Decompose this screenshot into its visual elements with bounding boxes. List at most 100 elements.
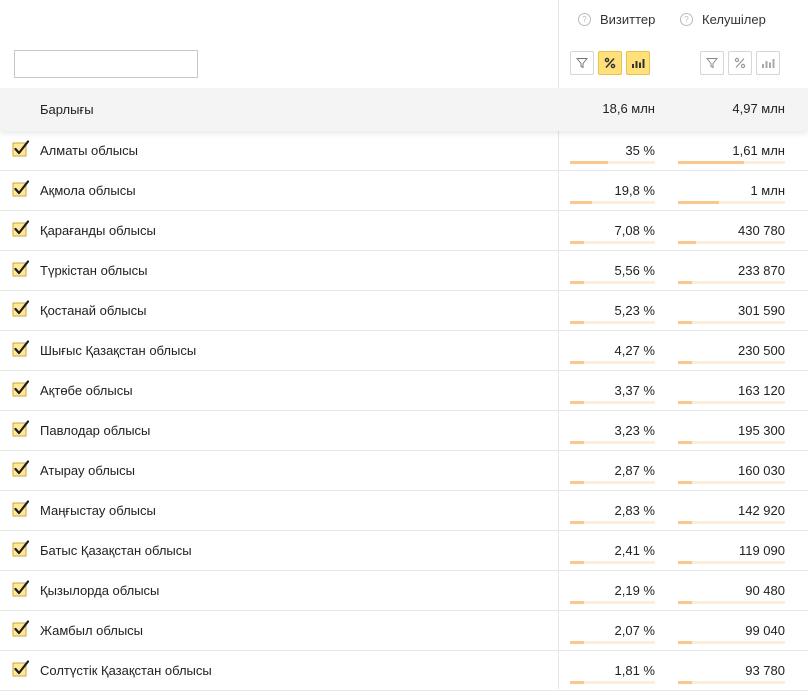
- users-bar-fill: [678, 361, 692, 364]
- checkbox-checked-icon[interactable]: [12, 460, 30, 478]
- visits-bar-fill: [570, 201, 592, 204]
- users-bar: [678, 521, 785, 524]
- column-label-users: Келушілер: [702, 11, 766, 27]
- table-row[interactable]: Қостанай облысы 5,23 % 301 590: [0, 291, 808, 331]
- table-row[interactable]: Жамбыл облысы 2,07 % 99 040: [0, 611, 808, 651]
- visits-bar-fill: [570, 601, 584, 604]
- column-header-visits[interactable]: ? Визиттер: [578, 10, 655, 28]
- checkbox-checked-icon[interactable]: [12, 260, 30, 278]
- checkbox-checked-icon[interactable]: [12, 340, 30, 358]
- region-name: Ақмола облысы: [40, 183, 136, 198]
- visits-bar-fill: [570, 521, 584, 524]
- users-bar: [678, 361, 785, 364]
- users-bar-fill: [678, 521, 692, 524]
- visits-value: 2,41 %: [614, 543, 655, 558]
- users-value: 1,61 млн: [732, 143, 785, 158]
- visits-bar: [570, 161, 655, 164]
- users-value: 142 920: [738, 503, 785, 518]
- help-icon[interactable]: ?: [578, 12, 591, 26]
- percent-button[interactable]: [598, 51, 622, 75]
- checkbox-checked-icon[interactable]: [12, 180, 30, 198]
- visits-bar: [570, 441, 655, 444]
- region-name: Жамбыл облысы: [40, 623, 144, 638]
- checkbox-checked-icon[interactable]: [12, 300, 30, 318]
- table-row[interactable]: Атырау облысы 2,87 % 160 030: [0, 451, 808, 491]
- column-header-users[interactable]: ? Келушілер: [680, 10, 766, 28]
- table-row[interactable]: Шығыс Қазақстан облысы 4,27 % 230 500: [0, 331, 808, 371]
- table-row[interactable]: Ақмола облысы 19,8 % 1 млн: [0, 171, 808, 211]
- users-bar: [678, 401, 785, 404]
- visits-bar: [570, 281, 655, 284]
- visits-bar: [570, 601, 655, 604]
- users-value: 119 090: [738, 543, 785, 558]
- users-bar: [678, 441, 785, 444]
- region-name: Қызылорда облысы: [40, 583, 160, 598]
- table-row[interactable]: Алматы облысы 35 % 1,61 млн: [0, 131, 808, 171]
- visits-value: 3,23 %: [614, 423, 655, 438]
- checkbox-checked-icon[interactable]: [12, 220, 30, 238]
- users-bar-fill: [678, 561, 692, 564]
- users-value: 90 480: [745, 583, 785, 598]
- checkbox-checked-icon[interactable]: [12, 620, 30, 638]
- checkbox-checked-icon[interactable]: [12, 580, 30, 598]
- visits-value: 2,19 %: [614, 583, 655, 598]
- table-row[interactable]: Қарағанды облысы 7,08 % 430 780: [0, 211, 808, 251]
- users-value: 230 500: [738, 343, 785, 358]
- visits-bar-fill: [570, 561, 584, 564]
- users-value: 1 млн: [750, 183, 785, 198]
- data-rows: Алматы облысы 35 % 1,61 млн Ақмола облысы 19…: [0, 131, 808, 691]
- checkbox-checked-icon[interactable]: [12, 380, 30, 398]
- search-input[interactable]: [14, 50, 198, 78]
- users-bar-fill: [678, 641, 692, 644]
- users-bar: [678, 561, 785, 564]
- users-bar-fill: [678, 401, 692, 404]
- bar-chart-icon: [632, 59, 645, 68]
- visits-bar-fill: [570, 641, 584, 644]
- table-row[interactable]: Павлодар облысы 3,23 % 195 300: [0, 411, 808, 451]
- filter-button[interactable]: [700, 51, 724, 75]
- visits-bar-fill: [570, 281, 584, 284]
- table-row[interactable]: Солтүстік Қазақстан облысы 1,81 % 93 780: [0, 651, 808, 691]
- table-row[interactable]: Ақтөбе облысы 3,37 % 163 120: [0, 371, 808, 411]
- users-bar: [678, 281, 785, 284]
- region-name: Солтүстік Қазақстан облысы: [40, 663, 212, 678]
- users-bar: [678, 161, 785, 164]
- visits-bar: [570, 521, 655, 524]
- users-bar-fill: [678, 601, 692, 604]
- visits-bar: [570, 641, 655, 644]
- users-bar-fill: [678, 241, 696, 244]
- filter-icon: [706, 58, 718, 69]
- visits-bar: [570, 681, 655, 684]
- visits-bar: [570, 561, 655, 564]
- filter-button[interactable]: [570, 51, 594, 75]
- visits-bar-fill: [570, 161, 609, 164]
- users-column-controls: [700, 51, 780, 75]
- checkbox-checked-icon[interactable]: [12, 140, 30, 158]
- visits-value: 35 %: [625, 143, 655, 158]
- visits-bar-fill: [570, 401, 584, 404]
- visits-value: 5,23 %: [614, 303, 655, 318]
- table-row[interactable]: Қызылорда облысы 2,19 % 90 480: [0, 571, 808, 611]
- bars-button[interactable]: [756, 51, 780, 75]
- checkbox-checked-icon[interactable]: [12, 500, 30, 518]
- visits-bar-fill: [570, 361, 584, 364]
- users-value: 430 780: [738, 223, 785, 238]
- total-visits: 18,6 млн: [602, 101, 655, 116]
- region-name: Түркістан облысы: [40, 263, 148, 278]
- visits-bar: [570, 401, 655, 404]
- users-bar-fill: [678, 681, 692, 684]
- table-row[interactable]: Маңғыстау облысы 2,83 % 142 920: [0, 491, 808, 531]
- visits-value: 2,83 %: [614, 503, 655, 518]
- checkbox-checked-icon[interactable]: [12, 420, 30, 438]
- checkbox-checked-icon[interactable]: [12, 540, 30, 558]
- users-value: 195 300: [738, 423, 785, 438]
- help-icon[interactable]: ?: [680, 12, 693, 26]
- users-bar: [678, 321, 785, 324]
- table-header: ? Визиттер ? Келушілер: [0, 0, 808, 88]
- table-row[interactable]: Батыс Қазақстан облысы 2,41 % 119 090: [0, 531, 808, 571]
- bars-button[interactable]: [626, 51, 650, 75]
- percent-button[interactable]: [728, 51, 752, 75]
- total-users: 4,97 млн: [732, 101, 785, 116]
- checkbox-checked-icon[interactable]: [12, 660, 30, 678]
- table-row[interactable]: Түркістан облысы 5,56 % 233 870: [0, 251, 808, 291]
